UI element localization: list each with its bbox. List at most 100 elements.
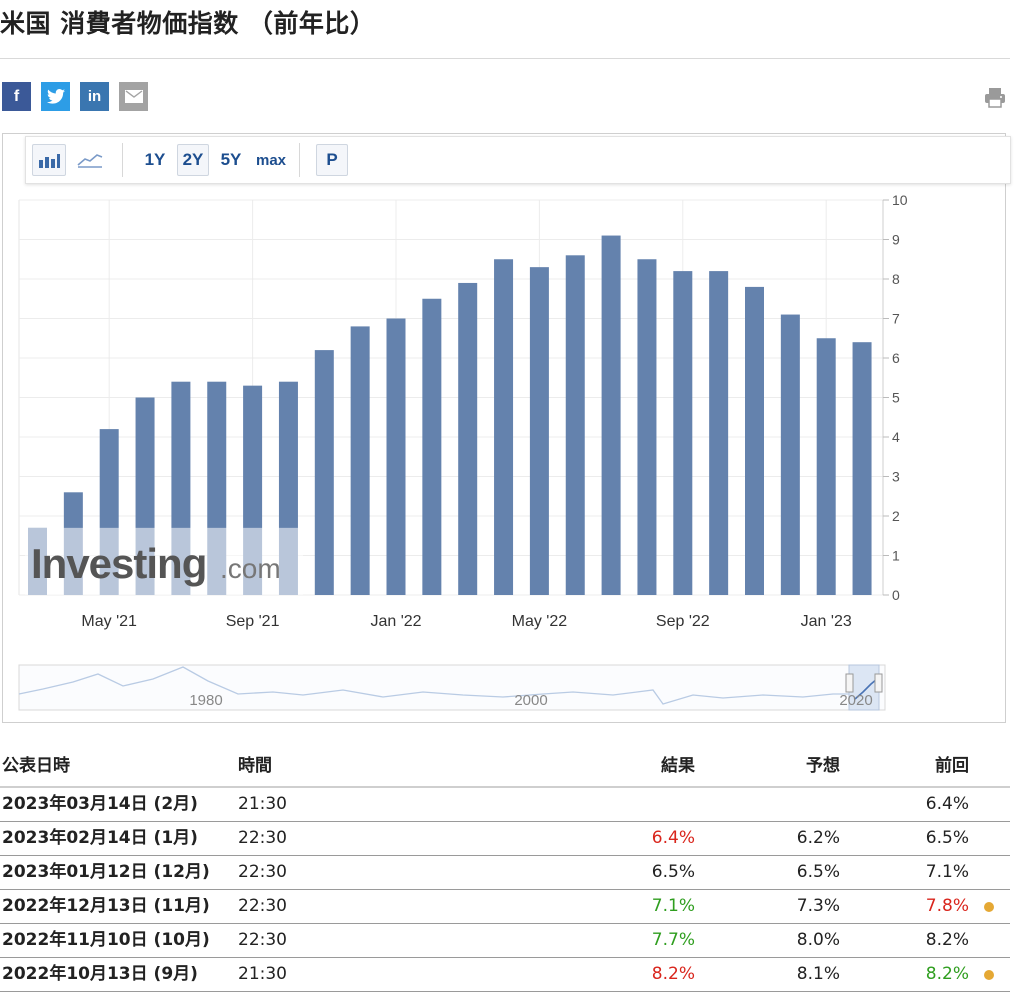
cpi-bar-chart: Investing .com 0 1 2 3 4 5 6 7 8 9 10 May '21 Sep '2… [18, 192, 908, 711]
cell-previous: 6.5% [925, 828, 969, 848]
bar-jul-22 [601, 235, 621, 596]
y-tick-label: 3 [892, 469, 900, 485]
cell-result: 8.2% [651, 964, 695, 984]
cell-time: 21:30 [238, 964, 287, 984]
cell-forecast: 8.1% [796, 964, 840, 984]
facebook-icon: f [13, 87, 20, 105]
header-result: 結果 [661, 756, 695, 776]
cell-time: 22:30 [238, 862, 287, 882]
cell-date: 2023年03月14日 (2月) [2, 794, 198, 814]
print-icon[interactable] [984, 86, 1006, 108]
bar-aug-22 [637, 259, 657, 595]
header-time: 時間 [238, 756, 272, 776]
twitter-share-button[interactable] [41, 82, 70, 111]
y-axis-ticks: 0 1 2 3 4 5 6 7 8 9 10 [883, 192, 908, 603]
x-axis-ticks: May '21 Sep '21 Jan '22 May '22 Sep '22 Jan '… [81, 613, 851, 630]
navigator-frame [18, 664, 886, 711]
cell-time: 22:30 [238, 930, 287, 950]
y-tick-label: 6 [892, 350, 900, 366]
bar-apr-22 [494, 259, 514, 595]
x-tick-label: May '22 [512, 613, 568, 630]
chart-container: 1Y 2Y 5Y max P Investing .com 01234567891… [2, 133, 1011, 723]
cell-forecast: 6.2% [796, 828, 840, 848]
table-row: 2023年01月12日 (12月) 22:30 6.5% 6.5% 7.1% [0, 856, 1010, 890]
revision-dot-icon [984, 970, 994, 980]
x-tick-label: Jan '23 [801, 613, 852, 630]
header-previous: 前回 [935, 756, 969, 776]
bar-may-22 [529, 267, 549, 595]
cell-result: 7.7% [651, 930, 695, 950]
x-tick-label: Sep '22 [656, 613, 710, 630]
y-tick-label: 4 [892, 429, 900, 445]
bar-sep-22 [673, 271, 693, 595]
table-row: 2022年12月13日 (11月) 22:30 7.1% 7.3% 7.8% [0, 890, 1010, 924]
navigator-year-label: 2020 [839, 692, 872, 709]
table-row: 2022年10月13日 (9月) 21:30 8.2% 8.1% 8.2% [0, 958, 1010, 992]
cell-time: 22:30 [238, 828, 287, 848]
cell-result: 6.5% [651, 862, 695, 882]
cell-previous: 8.2% [925, 930, 969, 950]
bar-feb-22 [422, 298, 442, 595]
twitter-icon [46, 89, 65, 104]
bar-nov-21 [314, 350, 334, 595]
y-tick-label: 10 [892, 192, 908, 208]
bar-mar-22 [458, 282, 478, 595]
linkedin-icon: in [87, 88, 102, 105]
linkedin-share-button[interactable]: in [80, 82, 109, 111]
bar-jan-23 [816, 338, 836, 595]
cell-forecast: 6.5% [796, 862, 840, 882]
cell-result: 6.4% [651, 828, 695, 848]
email-share-button[interactable] [119, 82, 148, 111]
y-tick-label: 5 [892, 390, 900, 406]
bar-jun-22 [565, 255, 585, 596]
y-tick-label: 8 [892, 271, 900, 287]
table-row: 2023年03月14日 (2月) 21:30 6.4% [0, 788, 1010, 822]
share-bar: f in [2, 82, 148, 111]
table-header: 公表日時 時間 結果 予想 前回 [0, 746, 1010, 788]
header-date: 公表日時 [2, 756, 70, 776]
envelope-icon [124, 90, 143, 103]
bar-feb-23 [852, 342, 872, 595]
y-tick-label: 0 [892, 587, 900, 603]
x-tick-label: Jan '22 [370, 613, 421, 630]
cell-forecast: 8.0% [796, 930, 840, 950]
watermark-domain: .com [220, 553, 281, 584]
header-forecast: 予想 [806, 756, 840, 776]
y-tick-label: 2 [892, 508, 900, 524]
cell-previous: 7.1% [925, 862, 969, 882]
y-tick-label: 1 [892, 548, 900, 564]
cell-previous: 6.4% [925, 794, 969, 814]
cell-date: 2022年11月10日 (10月) [2, 930, 210, 950]
cell-forecast: 7.3% [796, 896, 840, 916]
x-tick-label: May '21 [81, 613, 137, 630]
bar-oct-22 [709, 271, 729, 595]
y-tick-label: 7 [892, 311, 900, 327]
bar-nov-22 [745, 286, 764, 595]
chart-navigator[interactable]: 1980 2000 2020 [18, 664, 886, 711]
bar-dec-21 [350, 326, 370, 595]
cell-date: 2022年10月13日 (9月) [2, 964, 198, 984]
navigator-handle-left [845, 673, 854, 693]
title-divider [0, 58, 1010, 59]
table-body: 2023年03月14日 (2月) 21:30 6.4% 2023年02月14日 (1月… [0, 788, 1010, 992]
cell-date: 2022年12月13日 (11月) [2, 896, 210, 916]
facebook-share-button[interactable]: f [2, 82, 31, 111]
y-tick-label: 9 [892, 232, 900, 248]
cell-previous: 8.2% [925, 964, 969, 984]
cell-date: 2023年01月12日 (12月) [2, 862, 210, 882]
cell-date: 2023年02月14日 (1月) [2, 828, 198, 848]
navigator-year-label: 1980 [189, 692, 222, 709]
x-tick-label: Sep '21 [226, 613, 280, 630]
cell-time: 21:30 [238, 794, 287, 814]
page-title: 米国 消費者物価指数 （前年比） [0, 9, 376, 38]
watermark-text: Investing [31, 540, 206, 587]
cell-time: 22:30 [238, 896, 287, 916]
table-row: 2023年02月14日 (1月) 22:30 6.4% 6.2% 6.5% [0, 822, 1010, 856]
cell-previous: 7.8% [925, 896, 969, 916]
cpi-history-table: 公表日時 時間 結果 予想 前回 2023年03月14日 (2月) 21:30 6.… [0, 746, 1010, 992]
cell-result: 7.1% [651, 896, 695, 916]
bar-jan-22 [386, 318, 406, 595]
table-row: 2022年11月10日 (10月) 22:30 7.7% 8.0% 8.2% [0, 924, 1010, 958]
navigator-year-label: 2000 [514, 692, 547, 709]
investing-watermark: Investing .com [25, 527, 303, 595]
